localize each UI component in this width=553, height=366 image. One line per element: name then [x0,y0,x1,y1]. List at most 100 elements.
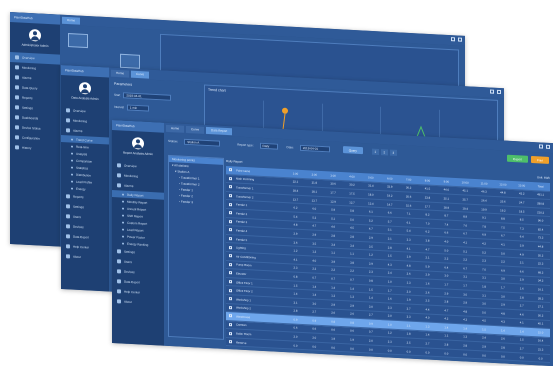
column-header[interactable]: 2:00 [305,170,324,179]
column-header[interactable]: 3:00 [324,171,343,180]
app-logo: PlantDataHub [10,12,60,25]
sidebar-item-about[interactable]: About [112,296,164,309]
print-button[interactable]: Print [530,155,549,164]
value-cell: 3.3 [406,237,411,242]
date-input[interactable]: 2018-04-01 [299,144,330,152]
user-name: Data Analysis Admin [71,95,99,101]
sidebar-item-about[interactable]: About [61,251,109,264]
value-cell: 1.5 [368,286,373,292]
minimize-icon[interactable] [451,37,455,42]
column-header[interactable]: 6:00 [380,174,399,183]
tab-curve[interactable]: Curve [186,125,205,134]
column-header[interactable]: 13:00 [512,181,531,190]
sidebar-nav: Overview Monitoring Alarms Trend Curve Real-… [61,105,109,264]
page-button[interactable]: 1 [371,148,379,155]
tab-home[interactable]: Home [62,16,81,25]
tab-home[interactable]: Home [111,69,130,78]
page-button[interactable]: 2 [380,148,388,155]
column-header[interactable]: 12:00 [493,180,512,189]
sidebar-item-label: Data Export [73,234,89,240]
value-cell: 2.6 [331,310,336,315]
tab-data-report[interactable]: Data Report [206,126,233,135]
row-checkbox[interactable] [226,269,234,277]
row-checkbox[interactable] [226,303,234,311]
row-checkbox[interactable] [226,261,234,269]
value-cell: 25.7 [462,197,468,202]
start-input[interactable]: 2018-04-01 [123,92,172,101]
value-cell: 2.8 [293,308,298,314]
row-checkbox[interactable] [226,192,234,200]
nav-icon [15,115,19,120]
device-icon[interactable] [68,33,88,49]
export-button[interactable]: Export [507,154,528,163]
row-checkbox[interactable] [226,175,234,183]
row-checkbox[interactable] [226,295,234,303]
nav-icon [66,244,70,249]
row-checkbox[interactable] [226,252,234,260]
window-controls [490,89,501,95]
row-checkbox[interactable] [226,321,234,329]
close-icon[interactable] [458,37,462,42]
value-cell: 1.4 [331,285,336,290]
nav-icon [71,173,73,176]
row-checkbox[interactable] [226,183,234,191]
row-checkbox[interactable] [226,312,234,320]
row-checkbox[interactable] [226,209,234,217]
column-header[interactable]: 11:00 [475,179,494,188]
select-all-checkbox[interactable] [226,166,234,174]
value-cell: 2.2 [463,257,468,262]
value-cell: 8.9 [463,214,468,219]
value-cell: 14.7 [387,201,393,207]
row-checkbox[interactable] [226,218,234,226]
sidebar-item-history[interactable]: History [10,142,60,155]
column-header[interactable]: 10:00 [456,178,475,187]
value-cell: 4.8 [406,263,411,268]
value-cell: 5.1 [387,227,392,233]
value-cell: 50.2 [537,313,544,318]
column-header[interactable]: 1:00 [286,169,305,178]
column-header[interactable]: 8:00 [418,176,437,185]
nav-icon [71,152,73,155]
column-header[interactable]: 5:00 [361,173,380,182]
close-icon[interactable] [497,89,501,95]
tab-home[interactable]: Home [166,124,185,133]
row-checkbox[interactable] [226,200,234,208]
monitor-icon[interactable] [120,53,140,69]
interval-select[interactable]: 1 min [126,104,149,112]
minimize-icon[interactable] [490,89,494,94]
minimize-icon[interactable] [539,144,543,149]
value-cell: 1.4 [444,325,449,330]
value-cell: 5.1 [331,216,336,221]
value-cell: 43.2 [519,191,525,197]
tab-curve[interactable]: Curve [131,70,150,79]
station-select[interactable]: Station A [184,138,221,147]
column-header[interactable]: 7:00 [399,175,418,184]
avatar [132,137,144,150]
value-cell: 4.7 [444,308,449,313]
report-type-select[interactable]: Daily [259,142,278,150]
value-cell: 6.6 [444,230,449,235]
row-checkbox[interactable] [226,226,234,234]
query-button[interactable]: Query [342,146,363,155]
value-cell: 2.6 [406,271,411,276]
page-button[interactable]: 3 [389,149,397,156]
nav-icon [15,105,19,110]
value-cell: 45.1 [537,321,544,326]
value-cell: 6.4 [519,234,524,239]
value-cell: 6.2 [293,205,298,210]
row-checkbox[interactable] [226,329,234,337]
row-checkbox[interactable] [226,235,234,243]
close-icon[interactable] [546,144,550,149]
column-header[interactable]: 4:00 [343,172,362,181]
column-header[interactable]: 9:00 [437,177,456,186]
value-cell: 1.7 [444,282,449,287]
sidebar-item-label: Help Center [124,289,141,295]
value-cell: 6.1 [406,220,411,225]
value-cell: 2.9 [312,232,317,237]
column-header[interactable]: Total [531,182,550,191]
value-cell: 17.7 [424,203,431,209]
row-checkbox[interactable] [226,243,234,251]
row-checkbox[interactable] [226,278,234,286]
row-checkbox[interactable] [226,286,234,294]
row-checkbox[interactable] [226,338,234,346]
